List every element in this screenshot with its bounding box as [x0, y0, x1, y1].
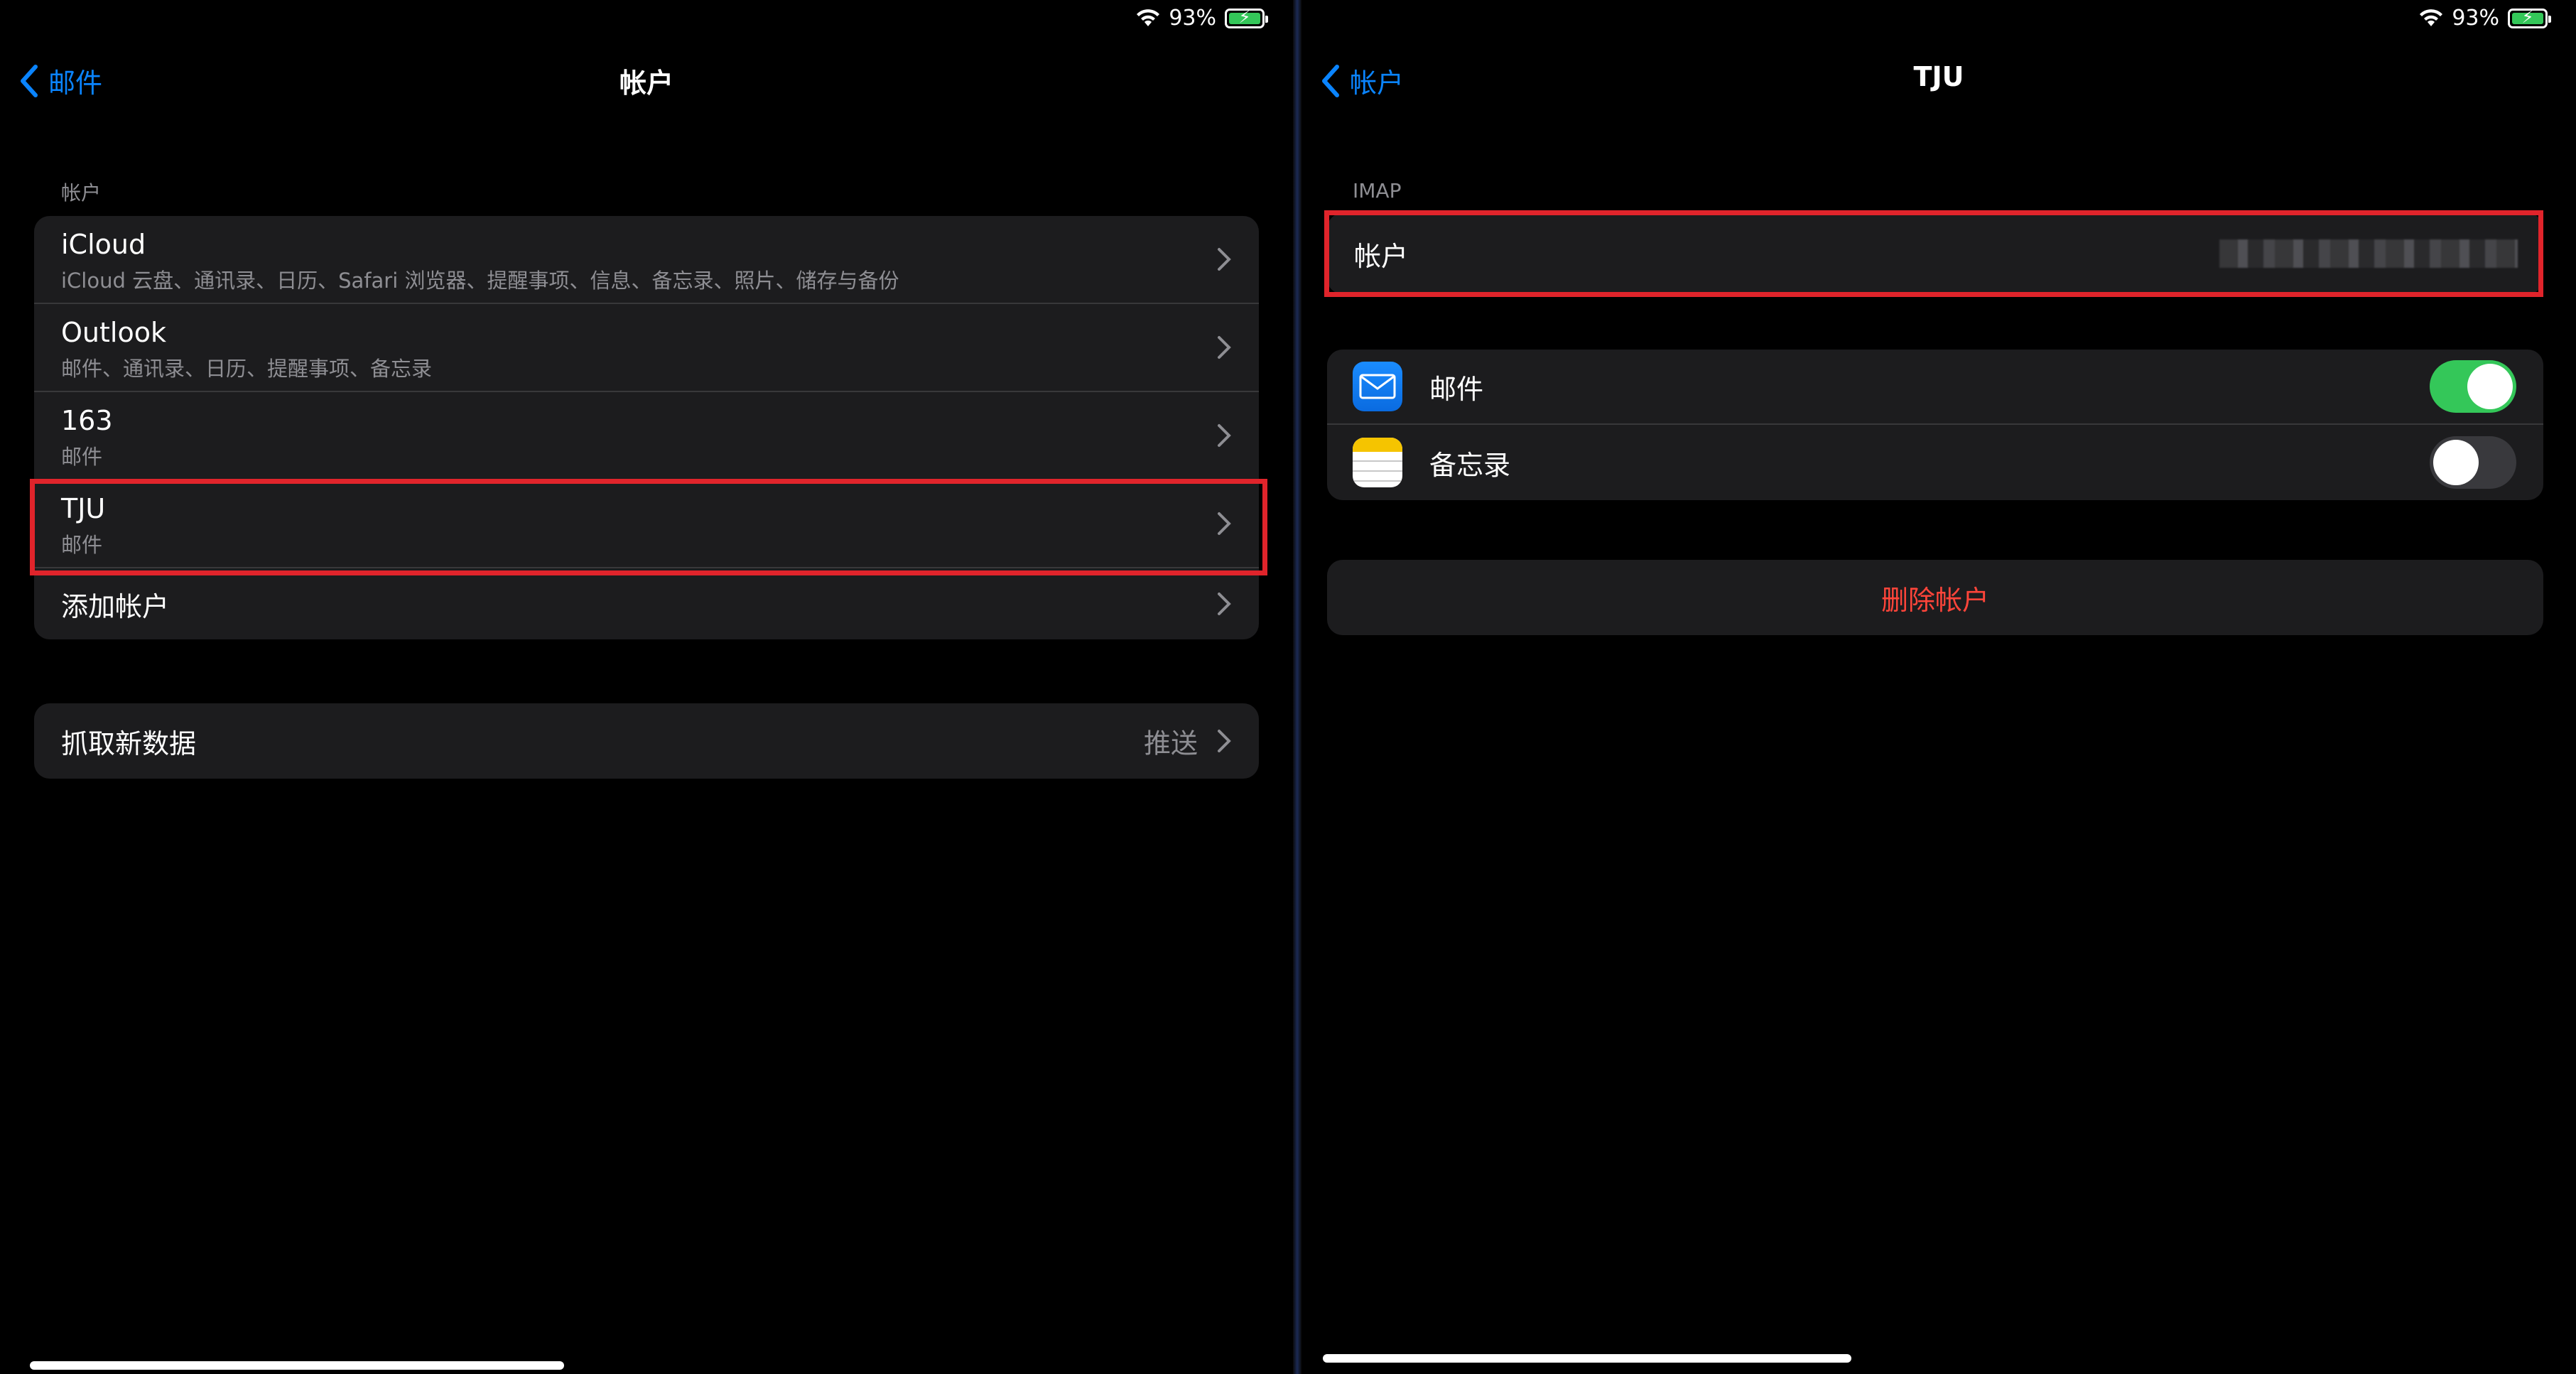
- status-bar: 93% ⚡: [2419, 6, 2551, 31]
- fetch-new-data-row[interactable]: 抓取新数据 推送: [34, 703, 1259, 779]
- wifi-icon: [2420, 9, 2443, 26]
- account-row-label: 帐户: [1354, 240, 1409, 272]
- account-name: 163: [61, 405, 113, 436]
- chevron-right-icon: [1218, 730, 1231, 752]
- accounts-pane: 93% ⚡ 邮件 帐户 帐户 iCloud iCloud 云盘、通讯录、日历、S…: [0, 0, 1293, 1374]
- service-row-notes: 备忘录: [1327, 425, 2543, 500]
- imap-account-row[interactable]: 帐户: [1327, 213, 2543, 294]
- account-detail: 邮件、通讯录、日历、提醒事项、备忘录: [61, 357, 433, 381]
- notes-icon: [1353, 438, 1402, 487]
- account-detail: 邮件: [61, 533, 103, 557]
- accounts-list: iCloud iCloud 云盘、通讯录、日历、Safari 浏览器、提醒事项、…: [34, 216, 1259, 639]
- fetch-value: 推送: [1143, 727, 1198, 759]
- service-label: 邮件: [1429, 373, 1484, 405]
- service-label: 备忘录: [1429, 449, 1511, 481]
- add-account-label: 添加帐户: [61, 590, 170, 622]
- imap-section-header: IMAP: [1353, 179, 1402, 202]
- delete-account-label: 删除帐户: [1880, 584, 1989, 616]
- service-row-mail: 邮件: [1327, 350, 2543, 425]
- accounts-section-header: 帐户: [61, 181, 102, 205]
- account-row-outlook[interactable]: Outlook 邮件、通讯录、日历、提醒事项、备忘录: [34, 304, 1259, 392]
- account-detail: iCloud 云盘、通讯录、日历、Safari 浏览器、提醒事项、信息、备忘录、…: [61, 269, 899, 293]
- home-indicator: [30, 1361, 564, 1370]
- chevron-right-icon: [1218, 248, 1231, 271]
- chevron-right-icon: [1218, 336, 1231, 359]
- fetch-group: 抓取新数据 推送: [34, 703, 1259, 779]
- page-title: 帐户: [619, 67, 673, 99]
- redacted-email-value: [2219, 239, 2518, 268]
- battery-icon: ⚡: [2508, 7, 2551, 28]
- account-row-icloud[interactable]: iCloud iCloud 云盘、通讯录、日历、Safari 浏览器、提醒事项、…: [34, 216, 1259, 304]
- account-detail: 邮件: [61, 445, 103, 469]
- delete-account-button[interactable]: 删除帐户: [1327, 560, 2543, 635]
- services-group: 邮件 备忘录: [1327, 350, 2543, 500]
- status-bar: 93% ⚡: [1136, 6, 1268, 31]
- battery-percent: 93%: [1169, 6, 1216, 31]
- imap-group: 帐户: [1327, 213, 2543, 294]
- page-title: TJU: [1913, 61, 1964, 92]
- wifi-icon: [1137, 9, 1160, 26]
- account-name: TJU: [61, 493, 106, 524]
- chevron-right-icon: [1218, 512, 1231, 535]
- battery-percent: 93%: [2452, 6, 2499, 31]
- account-name: iCloud: [61, 229, 146, 260]
- account-row-tju[interactable]: TJU 邮件: [34, 480, 1259, 568]
- fetch-label: 抓取新数据: [61, 727, 197, 759]
- home-indicator: [1323, 1354, 1851, 1363]
- battery-icon: ⚡: [1225, 7, 1268, 28]
- account-name: Outlook: [61, 317, 166, 348]
- account-row-163[interactable]: 163 邮件: [34, 392, 1259, 480]
- account-detail-pane: 93% ⚡ 帐户 TJU IMAP 帐户 邮件 备忘录 删除帐户: [1301, 0, 2576, 1374]
- nav-bar: 帐户 TJU: [1301, 57, 2576, 102]
- notes-toggle[interactable]: [2430, 436, 2516, 489]
- mail-toggle[interactable]: [2430, 360, 2516, 413]
- split-view-divider[interactable]: [1293, 0, 1301, 1374]
- chevron-right-icon: [1218, 424, 1231, 447]
- nav-bar: 邮件 帐户: [0, 57, 1293, 102]
- mail-icon: [1353, 362, 1402, 411]
- add-account-row[interactable]: 添加帐户: [34, 568, 1259, 639]
- chevron-right-icon: [1218, 593, 1231, 615]
